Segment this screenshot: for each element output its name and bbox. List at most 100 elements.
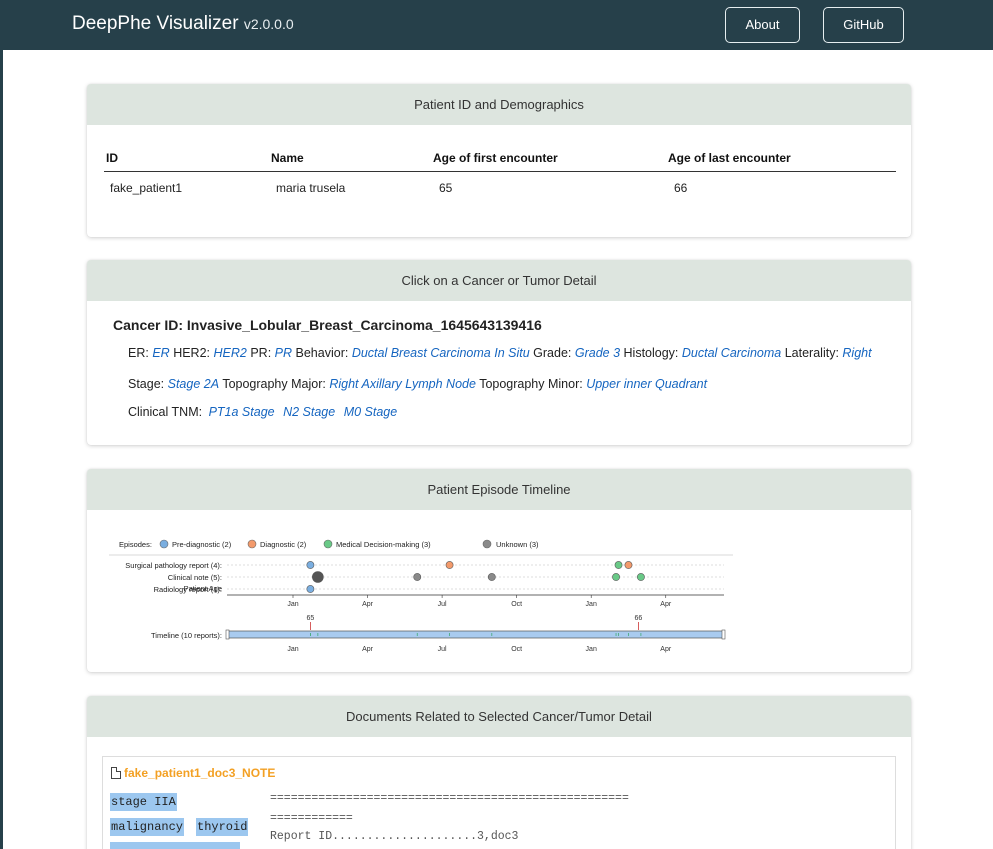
clinical-tnm-line: Clinical TNM: PT1a Stage N2 Stage M0 Sta… [128, 405, 397, 419]
row-label-clinical-note: Clinical note (5): [168, 573, 222, 582]
cancer-detail-header: Click on a Cancer or Tumor Detail [87, 260, 911, 301]
file-icon [111, 767, 121, 779]
axis-tick-label: Apr [660, 601, 672, 608]
documents-card: Documents Related to Selected Cancer/Tum… [87, 696, 911, 849]
legend-diagnostic[interactable]: Diagnostic (2) [247, 539, 307, 549]
col-header-last-age: Age of last encounter [668, 151, 791, 165]
topography-major-value[interactable]: Right Axillary Lymph Node [329, 377, 476, 391]
histology-value[interactable]: Ductal Carcinoma [682, 346, 781, 360]
report-point[interactable] [614, 561, 623, 569]
legend-unknown[interactable]: Unknown (3) [482, 539, 539, 549]
cancer-id-title: Cancer ID: Invasive_Lobular_Breast_Carci… [113, 317, 542, 333]
report-point[interactable] [306, 561, 315, 569]
document-title[interactable]: fake_patient1_doc3_NOTE [111, 766, 275, 780]
patient-age-label: Patient Age [184, 584, 222, 593]
axis-tick-label: Jan [287, 601, 298, 608]
her2-label: HER2: [173, 346, 211, 360]
concept-tag[interactable] [110, 842, 240, 849]
document-panel: fake_patient1_doc3_NOTE stage IIA malign… [102, 756, 896, 849]
age-marker-label: 66 [635, 615, 643, 622]
laterality-label: Laterality: [784, 346, 839, 360]
legend-medical-decision-making[interactable]: Medical Decision-making (3) [323, 539, 431, 549]
concept-tag[interactable]: thyroid [196, 818, 249, 836]
demographics-header: Patient ID and Demographics [87, 84, 911, 125]
topography-minor-label: Topography Minor: [479, 377, 583, 391]
episodes-legend-label: Episodes: [119, 540, 152, 549]
episode-timeline-chart: Episodes: Pre-diagnostic (2) Diagnostic … [109, 539, 733, 653]
col-header-name: Name [271, 151, 304, 165]
top-navbar: DeepPhe Visualizer v2.0.0.0 About GitHub [0, 0, 993, 50]
legend-text-medical-decision: Medical Decision-making (3) [336, 540, 431, 549]
pr-label: PR: [250, 346, 272, 360]
axis-tick-label: Jul [438, 601, 447, 608]
behavior-label: Behavior: [295, 346, 349, 360]
grade-label: Grade: [533, 346, 572, 360]
document-text-line: Report ID.....................3,doc3 [270, 830, 519, 843]
overview-x-axis-ticks: Jan Apr Jul Oct Jan Apr [287, 646, 672, 653]
overview-brush-handle-left[interactable] [225, 629, 230, 640]
concept-tag[interactable]: stage IIA [110, 793, 177, 811]
legend-swatch-unknown [482, 539, 492, 549]
report-point[interactable] [637, 573, 645, 581]
age-marker-label: 65 [306, 615, 314, 622]
legend-text-unknown: Unknown (3) [496, 540, 539, 549]
topography-minor-value[interactable]: Upper inner Quadrant [586, 377, 707, 391]
document-text-line: ============ [270, 812, 353, 825]
grade-value[interactable]: Grade 3 [575, 346, 620, 360]
document-text-line: ========================================… [270, 792, 629, 805]
patient-age-markers: 65 66 [306, 615, 642, 630]
legend-text-diagnostic: Diagnostic (2) [260, 540, 307, 549]
report-point[interactable] [413, 573, 422, 581]
col-header-first-age: Age of first encounter [433, 151, 558, 165]
report-point[interactable] [445, 561, 454, 569]
behavior-value[interactable]: Ductal Breast Carcinoma In Situ [352, 346, 530, 360]
col-header-id: ID [106, 151, 118, 165]
legend-swatch-diagnostic [247, 539, 257, 549]
report-point[interactable] [612, 573, 620, 581]
er-label: ER: [128, 346, 149, 360]
axis-tick-label: Oct [511, 601, 522, 608]
cancer-attributes-line-1: ER: ER HER2: HER2 PR: PR Behavior: Ducta… [128, 346, 872, 360]
demographics-card: Patient ID and Demographics ID Name Age … [87, 84, 911, 237]
overview-tick-label: Jan [287, 646, 298, 653]
row-label-surgical-pathology: Surgical pathology report (4): [125, 561, 222, 570]
overview-brush-handle-right[interactable] [721, 629, 726, 640]
cell-patient-id: fake_patient1 [110, 181, 183, 195]
timeline-header: Patient Episode Timeline [87, 469, 911, 510]
cancer-detail-card: Click on a Cancer or Tumor Detail Cancer… [87, 260, 911, 445]
her2-value[interactable]: HER2 [214, 346, 247, 360]
timeline-card: Patient Episode Timeline Episodes: Pre-d… [87, 469, 911, 672]
pr-value[interactable]: PR [275, 346, 292, 360]
tnm-m-value[interactable]: M0 Stage [344, 405, 398, 419]
main-x-axis-ticks: Jan Apr Jul Oct Jan Apr [287, 595, 672, 608]
overview-tick-label: Oct [511, 646, 522, 653]
stage-value[interactable]: Stage 2A [168, 377, 219, 391]
app-brand[interactable]: DeepPhe Visualizer v2.0.0.0 [72, 13, 294, 35]
report-point[interactable] [487, 573, 496, 581]
legend-swatch-medical-decision [323, 539, 333, 549]
legend-pre-diagnostic[interactable]: Pre-diagnostic (2) [159, 539, 232, 549]
table-divider [104, 171, 896, 172]
overview-tick-label: Apr [362, 646, 374, 653]
about-button[interactable]: About [725, 7, 800, 43]
cell-patient-name: maria trusela [276, 181, 346, 195]
report-point[interactable] [306, 585, 315, 593]
stage-label: Stage: [128, 377, 165, 391]
report-point[interactable] [312, 571, 324, 583]
app-version: v2.0.0.0 [243, 16, 294, 32]
legend-text-pre-diagnostic: Pre-diagnostic (2) [172, 540, 232, 549]
document-title-text: fake_patient1_doc3_NOTE [124, 766, 276, 780]
laterality-value[interactable]: Right [842, 346, 871, 360]
report-point[interactable] [624, 561, 633, 569]
er-value[interactable]: ER [152, 346, 169, 360]
concept-tag[interactable]: malignancy [110, 818, 185, 836]
tnm-t-value[interactable]: PT1a Stage [209, 405, 275, 419]
left-edge-bar [0, 50, 3, 849]
tnm-n-value[interactable]: N2 Stage [283, 405, 335, 419]
clinical-tnm-label: Clinical TNM: [128, 405, 203, 419]
cell-first-age: 65 [439, 181, 453, 195]
overview-brush[interactable] [226, 630, 725, 639]
legend-swatch-pre-diagnostic [159, 539, 169, 549]
github-button[interactable]: GitHub [823, 7, 904, 43]
topography-major-label: Topography Major: [222, 377, 326, 391]
